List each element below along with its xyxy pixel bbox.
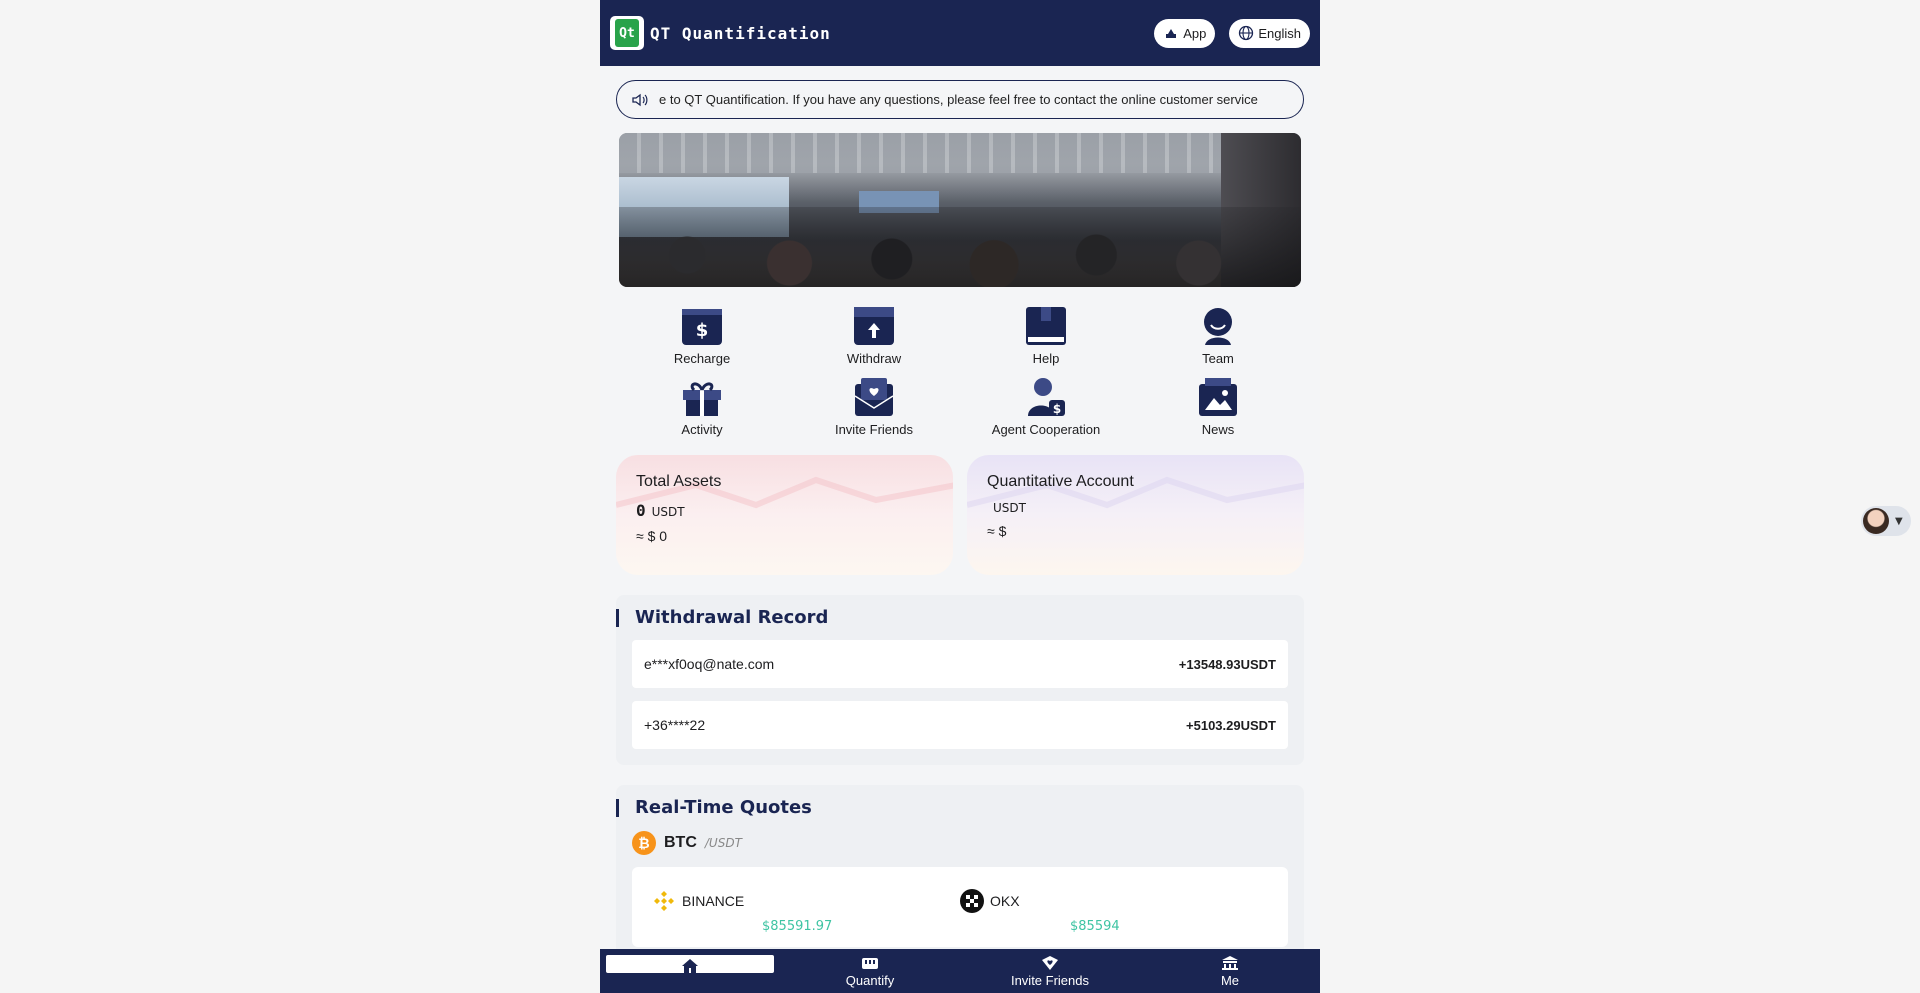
withdrawal-record-title: Withdrawal Record [616, 609, 1288, 627]
nav-label: Me [1220, 972, 1240, 988]
menu-label: Invite Friends [834, 422, 914, 437]
quantitative-account-card[interactable]: Quantitative Account USDT ≈ $ [967, 455, 1304, 575]
invite-icon [854, 378, 894, 416]
trading-pair[interactable]: ₿ BTC /USDT [632, 831, 1288, 855]
svg-text:$: $ [1053, 402, 1061, 416]
nav-invite-friends[interactable]: Invite Friends [960, 949, 1140, 993]
exchange-price: $85591.97 [762, 919, 833, 934]
total-assets-usd: ≈ $ 0 [636, 528, 668, 544]
binance-icon [654, 891, 674, 911]
nav-me[interactable]: Me [1140, 949, 1320, 993]
exchange-okx[interactable]: OKX $85594 [960, 889, 1268, 934]
menu-recharge[interactable]: $ Recharge [616, 305, 788, 366]
nav-home[interactable] [600, 949, 780, 993]
btc-coin-icon: ₿ [632, 831, 656, 855]
agent-icon: $ [1028, 378, 1065, 416]
okx-icon [960, 889, 984, 913]
bottom-nav: Quantify Invite Friends Me [600, 949, 1320, 993]
real-time-quotes-title: Real-Time Quotes [616, 799, 1288, 817]
app-title: QT Quantification [650, 23, 831, 43]
language-label: English [1258, 25, 1301, 41]
menu-label: Agent Cooperation [991, 422, 1101, 437]
total-assets-unit: USDT [651, 505, 685, 519]
quick-menu: $ Recharge Withdraw Help Team Activity I… [616, 305, 1304, 437]
menu-label: Team [1202, 351, 1234, 366]
nav-label: Invite Friends [1010, 972, 1090, 988]
withdrawal-amount: +13548.93USDT [1178, 656, 1276, 672]
recharge-icon: $ [682, 309, 722, 345]
exchange-name: BINANCE [682, 893, 745, 909]
exchange-price: $85594 [1070, 919, 1120, 934]
menu-news[interactable]: News [1132, 376, 1304, 437]
menu-label: Activity [681, 422, 723, 437]
menu-team[interactable]: Team [1132, 305, 1304, 366]
quant-account-usd: ≈ $ [987, 523, 1007, 539]
menu-invite-friends[interactable]: Invite Friends [788, 376, 960, 437]
menu-activity[interactable]: Activity [616, 376, 788, 437]
nav-label: Quantify [845, 972, 895, 988]
app-download-button[interactable]: App [1154, 18, 1216, 48]
withdrawal-record-section: Withdrawal Record e***xf0oq@nate.com +13… [616, 595, 1304, 765]
team-icon [1204, 308, 1232, 345]
notice-text: e to QT Quantification. If you have any … [659, 92, 1258, 107]
withdrawal-row: e***xf0oq@nate.com +13548.93USDT [632, 640, 1288, 688]
mobile-app-frame: Qt QT Quantification App English e to QT… [600, 0, 1320, 993]
language-button[interactable]: English [1229, 18, 1310, 48]
withdraw-icon [854, 307, 894, 345]
menu-label: Withdraw [846, 351, 902, 366]
total-assets-title: Total Assets [636, 473, 722, 490]
quant-account-title: Quantitative Account [987, 473, 1134, 490]
bank-icon [1222, 955, 1238, 970]
menu-help[interactable]: Help [960, 305, 1132, 366]
menu-label: Help [1032, 351, 1060, 366]
withdrawal-row: +36****22 +5103.29USDT [632, 701, 1288, 749]
globe-icon [1239, 25, 1254, 41]
menu-label: Recharge [673, 351, 731, 366]
svg-text:$: $ [696, 320, 709, 341]
menu-withdraw[interactable]: Withdraw [788, 305, 960, 366]
exchange-name: OKX [990, 893, 1020, 909]
download-icon [1166, 29, 1177, 38]
withdrawal-amount: +5103.29USDT [1186, 717, 1276, 733]
nav-quantify[interactable]: Quantify [780, 949, 960, 993]
quant-account-unit: USDT [993, 501, 1026, 515]
exchange-binance[interactable]: BINANCE $85591.97 [652, 889, 960, 934]
customer-service-avatar[interactable]: ▼ [1861, 506, 1911, 536]
quantify-icon [862, 957, 878, 969]
news-icon [1199, 378, 1237, 416]
total-assets-amount: 0 [636, 501, 646, 520]
app-download-label: App [1183, 25, 1207, 41]
withdrawal-user: +36****22 [644, 717, 706, 733]
app-logo[interactable]: Qt [610, 16, 644, 50]
pair-symbol: BTC [664, 834, 697, 851]
menu-label: News [1201, 422, 1235, 437]
exchange-quotes: BINANCE $85591.97 OKX $85594 [632, 867, 1288, 947]
top-header: Qt QT Quantification App English [600, 0, 1320, 66]
home-icon [682, 959, 698, 973]
chevron-down-icon: ▼ [1895, 515, 1903, 527]
notice-bar[interactable]: e to QT Quantification. If you have any … [616, 80, 1304, 119]
asset-cards: Total Assets 0 USDT ≈ $ 0 Quantitative A… [616, 455, 1304, 575]
pair-quote: /USDT [704, 836, 742, 850]
gift-icon [683, 382, 721, 416]
banner-image[interactable] [619, 133, 1301, 287]
speaker-icon [632, 93, 648, 106]
menu-agent-cooperation[interactable]: $ Agent Cooperation [960, 376, 1132, 437]
withdrawal-user: e***xf0oq@nate.com [644, 656, 775, 672]
help-book-icon [1026, 307, 1066, 345]
real-time-quotes-section: Real-Time Quotes ₿ BTC /USDT BINANCE $85… [616, 785, 1304, 963]
logo-mark: Qt [615, 19, 639, 47]
avatar-image [1863, 508, 1889, 534]
invite-heart-icon [1042, 955, 1058, 970]
total-assets-card[interactable]: Total Assets 0 USDT ≈ $ 0 [616, 455, 953, 575]
